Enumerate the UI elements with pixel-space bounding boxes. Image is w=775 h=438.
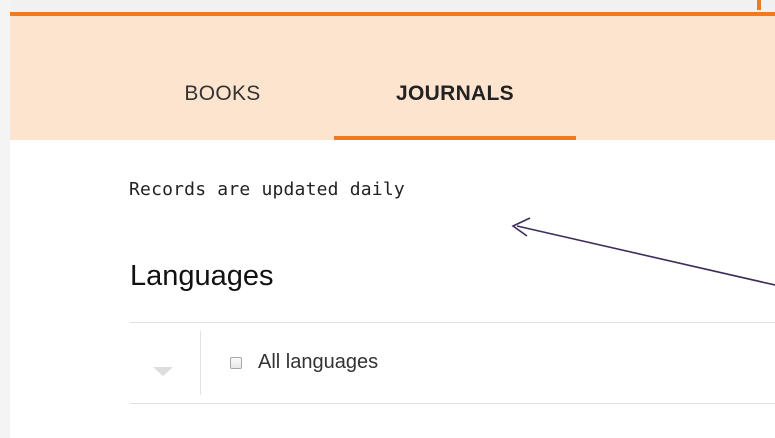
annotation-arrow [511, 217, 775, 286]
annotation-arrow-line [516, 225, 775, 286]
